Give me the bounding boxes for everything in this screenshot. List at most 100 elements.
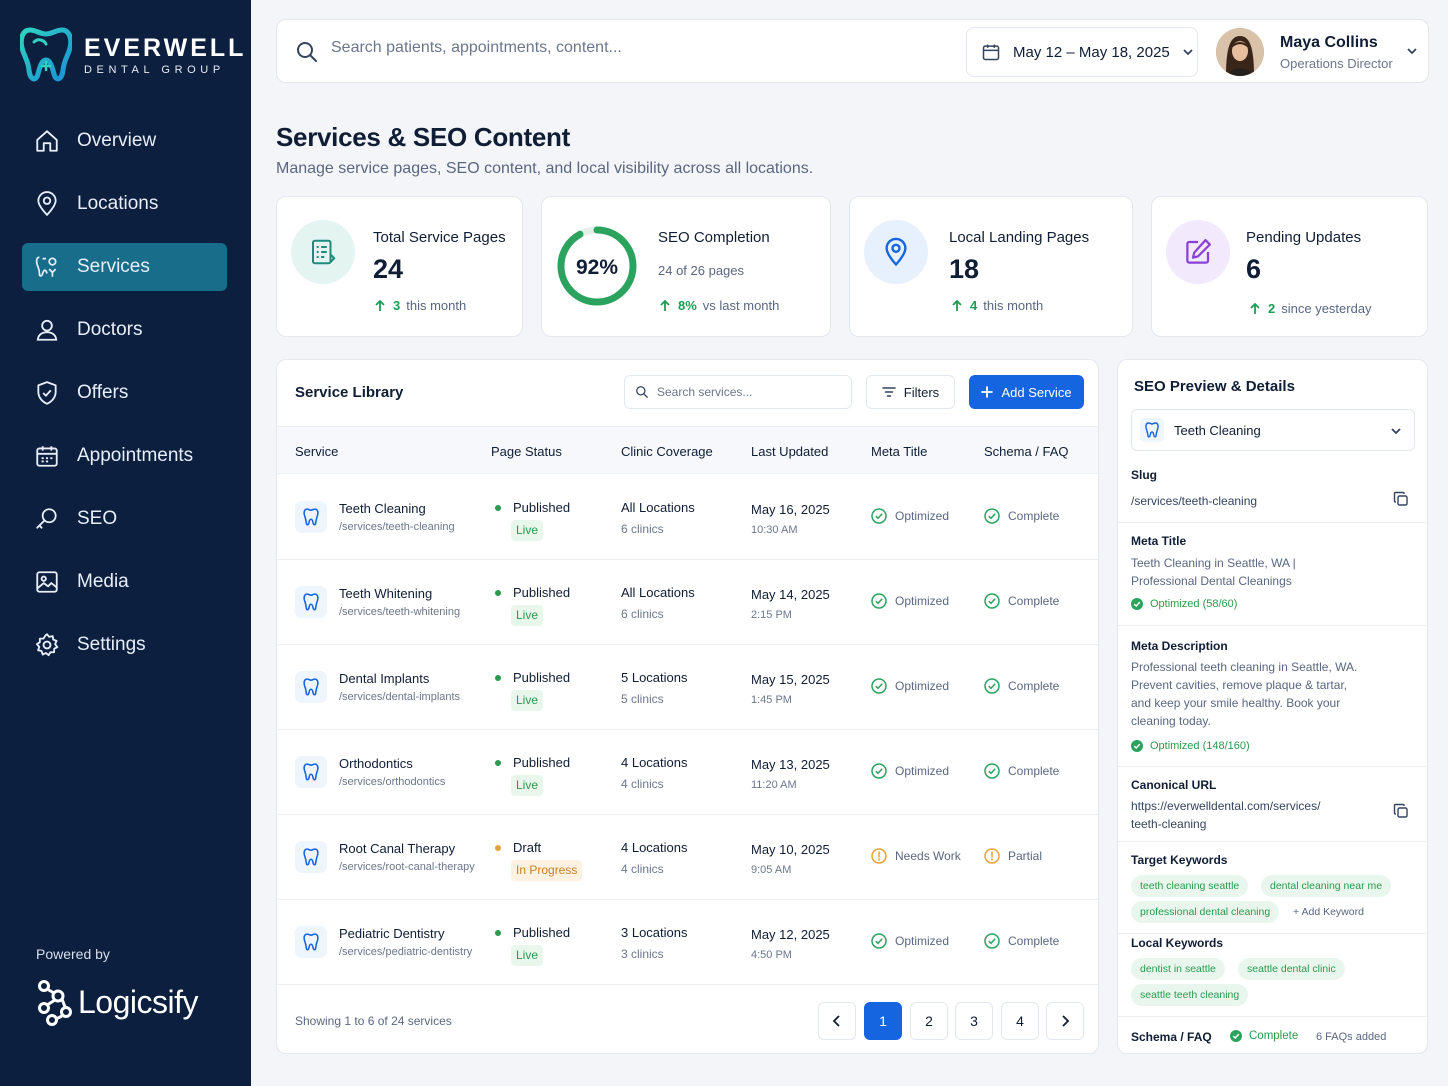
column-header[interactable]: Clinic Coverage — [621, 444, 713, 459]
stat-card-total-service-pages[interactable]: Total Service Pages 24 3 this month — [276, 196, 523, 337]
nav-item-services[interactable]: Services — [22, 243, 227, 291]
keyword-chip[interactable]: dental cleaning near me — [1261, 875, 1392, 897]
page-button[interactable]: 2 — [910, 1002, 948, 1040]
last-updated-time: 1:45 PM — [751, 694, 792, 706]
brand-subtitle: DENTAL GROUP — [84, 64, 225, 76]
column-header[interactable]: Page Status — [491, 444, 562, 459]
stat-card-seo-completion[interactable]: 92% SEO Completion 24 of 26 pages 8% vs … — [541, 196, 831, 337]
table-row[interactable]: Orthodontics/services/orthodontics Publis… — [277, 730, 1098, 815]
location-pin-icon — [864, 220, 928, 284]
stat-card-pending-updates[interactable]: Pending Updates 6 2 since yesterday — [1151, 196, 1428, 337]
schema-faq-status: Complete — [984, 763, 1059, 779]
partner-logo[interactable]: Logicsify — [36, 978, 199, 1026]
main-nav: Overview Locations Services Doctors Offe… — [22, 117, 227, 684]
status-dot — [495, 589, 501, 596]
table-row[interactable]: Teeth Whitening/services/teeth-whitening… — [277, 560, 1098, 645]
chevron-down-icon — [1391, 428, 1401, 435]
copy-icon[interactable] — [1393, 491, 1409, 507]
status-badge: Live — [511, 690, 544, 711]
meta-title-status: Optimized — [871, 593, 949, 609]
status-badge: In Progress — [511, 860, 583, 881]
sidebar: EVERWELL DENTAL GROUP Overview Locations… — [0, 0, 251, 1086]
keyword-chip[interactable]: teeth cleaning seattle — [1131, 875, 1249, 897]
meta-description-line: cleaning today. — [1131, 714, 1211, 728]
badge-check-icon — [37, 381, 57, 405]
plus-icon — [981, 386, 994, 398]
status-dot — [495, 759, 501, 766]
schema-faq-status: Complete — [984, 593, 1059, 609]
document-list-icon — [291, 220, 355, 284]
top-bar: May 12 – May 18, 2025 Maya Collins Opera… — [276, 19, 1429, 83]
service-name[interactable]: Root Canal Therapy — [339, 841, 455, 856]
table-row[interactable]: Pediatric Dentistry/services/pediatric-d… — [277, 900, 1098, 985]
keyword-chip[interactable]: professional dental cleaning — [1131, 901, 1280, 923]
service-search[interactable] — [624, 375, 852, 409]
column-header[interactable]: Last Updated — [751, 444, 828, 459]
table-row[interactable]: Dental Implants/services/dental-implants… — [277, 645, 1098, 730]
next-page-button[interactable] — [1046, 1002, 1084, 1040]
check-circle-icon — [984, 593, 1000, 609]
nav-item-media[interactable]: Media — [22, 558, 227, 606]
slug-value: /services/teeth-cleaning — [1131, 494, 1258, 508]
date-range-picker[interactable]: May 12 – May 18, 2025 — [966, 27, 1198, 77]
column-header[interactable]: Service — [295, 444, 338, 459]
schema-faq-status: Complete — [984, 678, 1059, 694]
page-status: Published — [495, 670, 570, 685]
meta-description-status: Optimized (148/160) — [1131, 740, 1250, 752]
canonical-heading: Canonical URL — [1131, 778, 1217, 792]
service-name[interactable]: Orthodontics — [339, 756, 413, 771]
check-circle-icon — [984, 933, 1000, 949]
service-icon — [295, 671, 327, 703]
page-button[interactable]: 1 — [864, 1002, 902, 1040]
page-button[interactable]: 3 — [955, 1002, 993, 1040]
nav-item-seo[interactable]: SEO — [22, 495, 227, 543]
keyword-chip[interactable]: seattle dental clinic — [1238, 958, 1345, 980]
filters-button[interactable]: Filters — [866, 375, 955, 409]
nav-item-locations[interactable]: Locations — [22, 180, 227, 228]
nav-item-settings[interactable]: Settings — [22, 621, 227, 669]
service-search-input[interactable] — [657, 385, 827, 399]
stat-card-local-landing-pages[interactable]: Local Landing Pages 18 4 this month — [849, 196, 1133, 337]
slug-heading: Slug — [1131, 468, 1157, 482]
divider — [1118, 766, 1427, 767]
nav-item-offers[interactable]: Offers — [22, 369, 227, 417]
table-row[interactable]: Root Canal Therapy/services/root-canal-t… — [277, 815, 1098, 900]
table-row[interactable]: Teeth Cleaning/services/teeth-cleaning Pu… — [277, 475, 1098, 560]
nav-item-appointments[interactable]: Appointments — [22, 432, 227, 480]
brand-logo[interactable]: EVERWELL DENTAL GROUP — [20, 26, 246, 84]
user-menu[interactable]: Maya Collins Operations Director — [1216, 27, 1426, 77]
service-name[interactable]: Pediatric Dentistry — [339, 926, 444, 941]
add-keyword-link[interactable]: + Add Keyword — [1293, 906, 1364, 918]
clinic-count: 6 clinics — [621, 607, 664, 621]
prev-page-button[interactable] — [818, 1002, 856, 1040]
service-select[interactable]: Teeth Cleaning — [1131, 409, 1415, 451]
clinic-count: 4 clinics — [621, 862, 664, 876]
service-name[interactable]: Teeth Whitening — [339, 586, 432, 601]
status-badge: Live — [511, 520, 544, 541]
powered-by-label: Powered by — [36, 946, 110, 962]
schema-faq-count: 6 FAQs added — [1316, 1031, 1387, 1043]
copy-icon[interactable] — [1393, 803, 1409, 819]
stat-value: 24 — [373, 254, 404, 284]
nav-item-overview[interactable]: Overview — [22, 117, 227, 165]
column-header[interactable]: Schema / FAQ — [984, 444, 1069, 459]
molecule-logo-icon — [38, 980, 72, 1026]
add-service-button[interactable]: Add Service — [969, 375, 1084, 409]
keyword-chip[interactable]: dentist in seattle — [1131, 958, 1225, 980]
service-library-card: Service Library Filters Add Service Serv… — [276, 359, 1099, 1054]
last-updated-date: May 14, 2025 — [751, 587, 830, 602]
column-header[interactable]: Meta Title — [871, 444, 927, 459]
last-updated-date: May 12, 2025 — [751, 927, 830, 942]
service-name[interactable]: Dental Implants — [339, 671, 429, 686]
nav-label: Locations — [77, 193, 159, 214]
page-button[interactable]: 4 — [1001, 1002, 1039, 1040]
global-search-input[interactable] — [331, 39, 931, 57]
nav-item-doctors[interactable]: Doctors — [22, 306, 227, 354]
clinic-coverage: 4 Locations — [621, 755, 688, 770]
service-name[interactable]: Teeth Cleaning — [339, 501, 426, 516]
check-circle-icon — [1131, 740, 1143, 752]
meta-title-status: Optimized — [871, 763, 949, 779]
tooth-icon — [1140, 418, 1164, 442]
divider — [1118, 522, 1427, 523]
keyword-chip[interactable]: seattle teeth cleaning — [1131, 984, 1249, 1006]
